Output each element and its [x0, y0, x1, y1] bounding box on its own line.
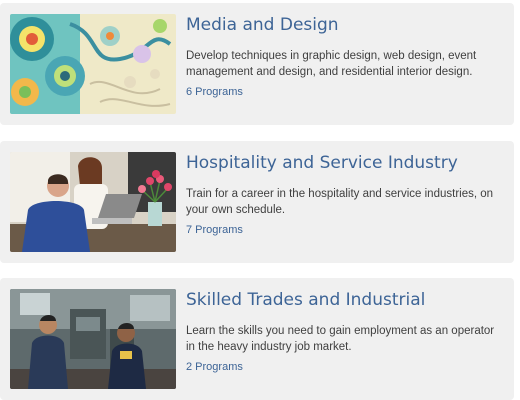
media-design-image[interactable]: [10, 14, 176, 114]
program-title[interactable]: Media and Design: [186, 15, 339, 35]
programs-count-link[interactable]: 2 Programs: [186, 361, 243, 373]
skilled-trades-image[interactable]: [10, 289, 176, 389]
program-title[interactable]: Skilled Trades and Industrial: [186, 290, 425, 310]
programs-count-link[interactable]: 7 Programs: [186, 224, 243, 236]
programs-count-link[interactable]: 6 Programs: [186, 86, 243, 98]
program-description: Learn the skills you need to gain employ…: [186, 325, 495, 353]
program-description: Develop techniques in graphic design, we…: [186, 50, 477, 78]
program-card-hospitality: Hospitality and Service Industry Train f…: [0, 141, 514, 263]
hospitality-image[interactable]: [10, 152, 176, 252]
program-card-media-design: Media and Design Develop techniques in g…: [0, 3, 514, 125]
program-title[interactable]: Hospitality and Service Industry: [186, 153, 458, 173]
program-description: Train for a career in the hospitality an…: [186, 188, 494, 216]
program-card-skilled-trades: Skilled Trades and Industrial Learn the …: [0, 278, 514, 400]
